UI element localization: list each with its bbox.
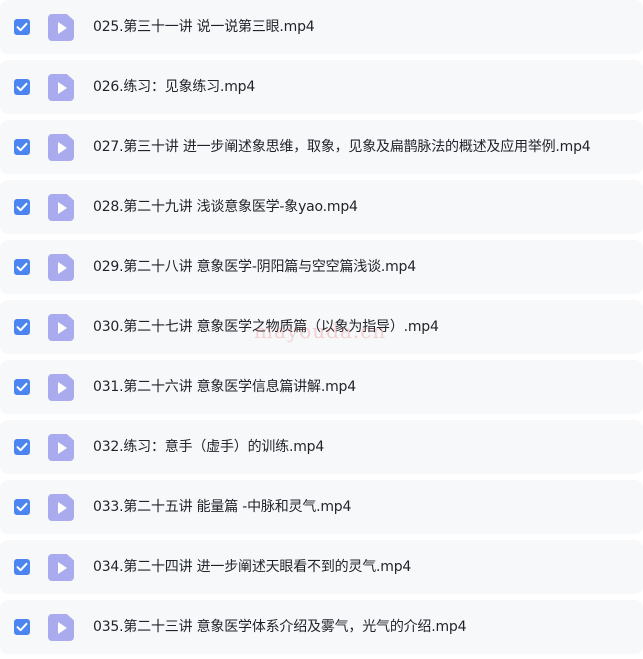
play-icon xyxy=(57,562,67,574)
file-row[interactable]: 029.第二十八讲 意象医学-阴阳篇与空空篇浅谈.mp4 xyxy=(0,240,643,294)
file-row[interactable]: 034.第二十四讲 进一步阐述天眼看不到的灵气.mp4 xyxy=(0,540,643,594)
play-icon xyxy=(57,262,67,274)
checkbox[interactable] xyxy=(14,139,30,155)
video-file-icon xyxy=(48,434,74,461)
checkbox[interactable] xyxy=(14,619,30,635)
checkmark-icon xyxy=(16,142,28,152)
play-icon xyxy=(57,322,67,334)
video-file-icon xyxy=(48,14,74,41)
file-row[interactable]: 025.第三十一讲 说一说第三眼.mp4 xyxy=(0,0,643,54)
checkmark-icon xyxy=(16,82,28,92)
checkbox[interactable] xyxy=(14,259,30,275)
checkbox[interactable] xyxy=(14,19,30,35)
file-name[interactable]: 028.第二十九讲 浅谈意象医学-象yao.mp4 xyxy=(93,197,358,217)
video-file-icon xyxy=(48,194,74,221)
play-icon xyxy=(57,622,67,634)
file-row[interactable]: 027.第三十讲 进一步阐述象思维，取象，见象及扁鹊脉法的概述及应用举例.mp4 xyxy=(0,120,643,174)
file-row[interactable]: 028.第二十九讲 浅谈意象医学-象yao.mp4 xyxy=(0,180,643,234)
checkmark-icon xyxy=(16,382,28,392)
video-file-icon xyxy=(48,254,74,281)
file-row[interactable]: 030.第二十七讲 意象医学之物质篇（以象为指导）.mp4 xyxy=(0,300,643,354)
video-file-icon xyxy=(48,374,74,401)
play-icon xyxy=(57,202,67,214)
file-name[interactable]: 025.第三十一讲 说一说第三眼.mp4 xyxy=(93,17,315,37)
file-name[interactable]: 030.第二十七讲 意象医学之物质篇（以象为指导）.mp4 xyxy=(93,317,439,337)
file-name[interactable]: 031.第二十六讲 意象医学信息篇讲解.mp4 xyxy=(93,377,356,397)
checkbox[interactable] xyxy=(14,199,30,215)
file-row[interactable]: 031.第二十六讲 意象医学信息篇讲解.mp4 xyxy=(0,360,643,414)
checkbox[interactable] xyxy=(14,379,30,395)
file-name[interactable]: 035.第二十三讲 意象医学体系介绍及雾气，光气的介绍.mp4 xyxy=(93,617,467,637)
file-list: 025.第三十一讲 说一说第三眼.mp4 026.练习：见象练习.mp4 027… xyxy=(0,0,643,659)
file-name[interactable]: 033.第二十五讲 能量篇 -中脉和灵气.mp4 xyxy=(93,497,351,517)
checkmark-icon xyxy=(16,202,28,212)
checkbox[interactable] xyxy=(14,559,30,575)
file-row[interactable]: 026.练习：见象练习.mp4 xyxy=(0,60,643,114)
video-file-icon xyxy=(48,554,74,581)
play-icon xyxy=(57,82,67,94)
video-file-icon xyxy=(48,314,74,341)
play-icon xyxy=(57,502,67,514)
checkmark-icon xyxy=(16,322,28,332)
file-row[interactable]: 032.练习：意手（虚手）的训练.mp4 xyxy=(0,420,643,474)
checkbox[interactable] xyxy=(14,439,30,455)
file-name[interactable]: 032.练习：意手（虚手）的训练.mp4 xyxy=(93,437,324,457)
checkmark-icon xyxy=(16,622,28,632)
play-icon xyxy=(57,442,67,454)
play-icon xyxy=(57,22,67,34)
file-name[interactable]: 027.第三十讲 进一步阐述象思维，取象，见象及扁鹊脉法的概述及应用举例.mp4 xyxy=(93,137,591,157)
play-icon xyxy=(57,142,67,154)
checkbox[interactable] xyxy=(14,499,30,515)
checkbox[interactable] xyxy=(14,319,30,335)
checkbox[interactable] xyxy=(14,79,30,95)
checkmark-icon xyxy=(16,502,28,512)
video-file-icon xyxy=(48,614,74,641)
checkmark-icon xyxy=(16,22,28,32)
play-icon xyxy=(57,382,67,394)
video-file-icon xyxy=(48,134,74,161)
file-row[interactable]: 033.第二十五讲 能量篇 -中脉和灵气.mp4 xyxy=(0,480,643,534)
file-row[interactable]: 035.第二十三讲 意象医学体系介绍及雾气，光气的介绍.mp4 xyxy=(0,600,643,654)
checkmark-icon xyxy=(16,562,28,572)
video-file-icon xyxy=(48,74,74,101)
checkmark-icon xyxy=(16,442,28,452)
checkmark-icon xyxy=(16,262,28,272)
file-name[interactable]: 034.第二十四讲 进一步阐述天眼看不到的灵气.mp4 xyxy=(93,557,411,577)
file-name[interactable]: 029.第二十八讲 意象医学-阴阳篇与空空篇浅谈.mp4 xyxy=(93,257,416,277)
video-file-icon xyxy=(48,494,74,521)
file-name[interactable]: 026.练习：见象练习.mp4 xyxy=(93,77,255,97)
